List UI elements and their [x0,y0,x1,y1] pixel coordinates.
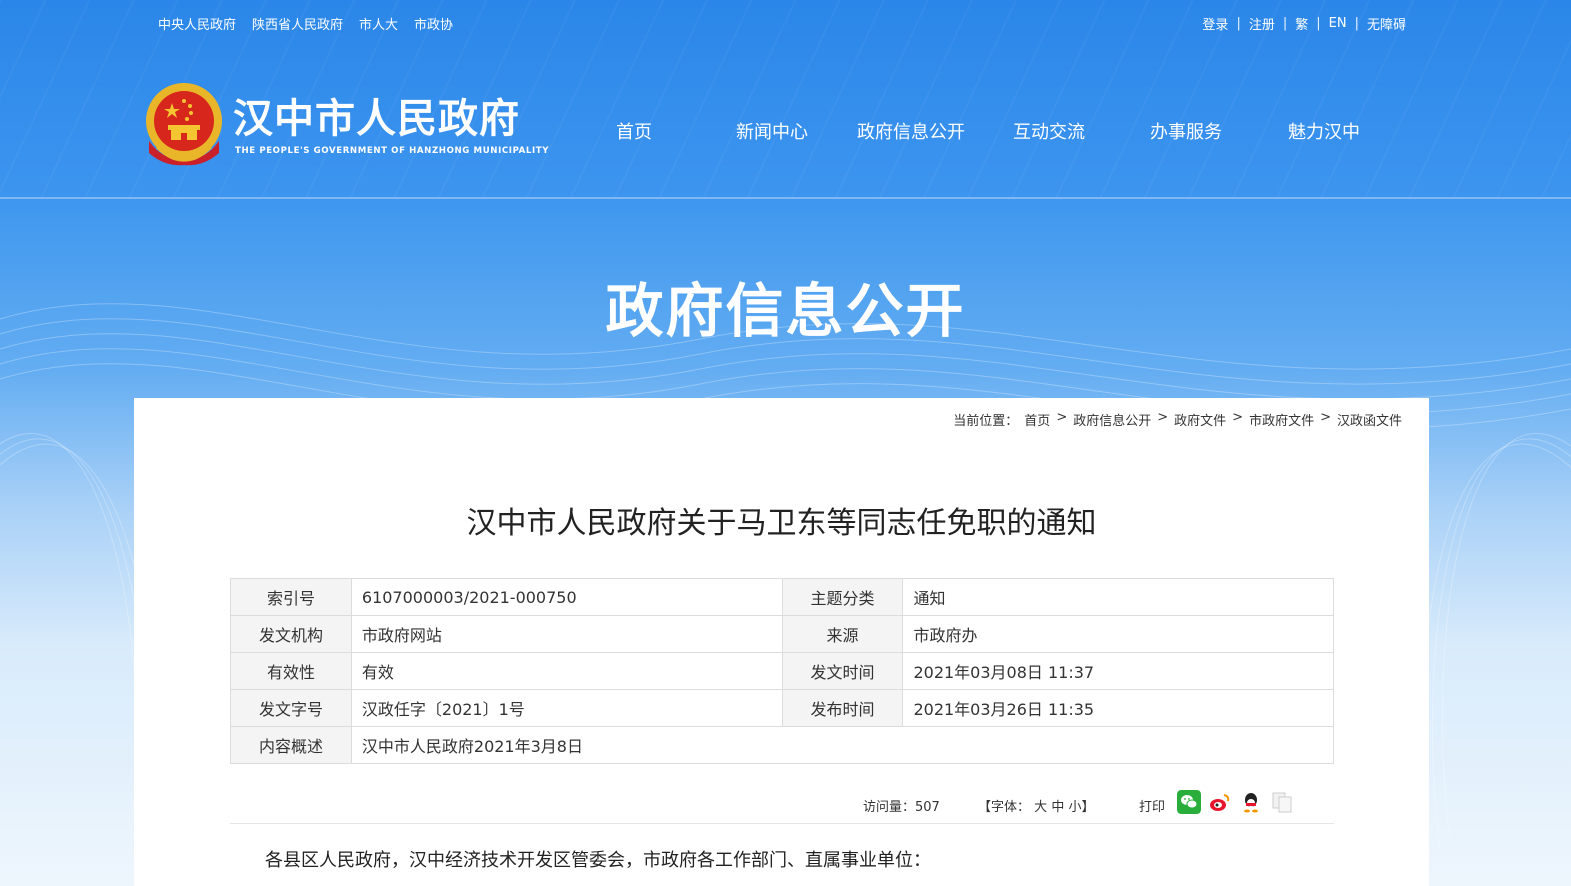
table-row: 发文字号 汉政任字〔2021〕1号 发布时间 2021年03月26日 11:35 [230,689,1334,727]
document-title: 汉中市人民政府关于马卫东等同志任免职的通知 [466,506,1097,541]
top-link-city-npc[interactable]: 市人大 [359,14,398,33]
index-value: 6107000003/2021-000750 [350,578,783,616]
summary-value: 汉中市人民政府2021年3月8日 [350,726,1335,764]
doc-number-label: 发文字号 [230,689,352,727]
breadcrumb-separator: > [1232,410,1244,425]
font-size-label: 【字体： [978,800,1031,815]
breadcrumb: 当前位置： 首页 > 政府信息公开 > 政府文件 > 市政府文件 > 汉政函文件 [953,410,1402,429]
national-emblem-icon[interactable] [143,81,225,167]
breadcrumb-hanzhenghan-docs[interactable]: 汉政函文件 [1337,410,1402,429]
weibo-icon[interactable] [1208,790,1232,814]
table-row: 索引号 6107000003/2021-000750 主题分类 通知 [230,578,1334,616]
breadcrumb-separator: > [1157,410,1169,425]
table-row: 内容概述 汉中市人民政府2021年3月8日 [230,726,1335,764]
nav-services[interactable]: 办事服务 [1150,118,1222,144]
traditional-chinese-link[interactable]: 繁 [1295,14,1308,33]
source-label: 来源 [781,615,904,653]
index-label: 索引号 [230,578,352,616]
issue-date-value: 2021年03月08日 11:37 [902,652,1334,690]
wechat-icon[interactable] [1177,790,1201,814]
copy-icon[interactable] [1270,790,1294,814]
breadcrumb-gov-docs[interactable]: 政府文件 [1174,410,1226,429]
site-logo-title[interactable]: 汉中市人民政府 [233,86,520,144]
breadcrumb-separator: > [1320,410,1331,425]
issuer-label: 发文机构 [230,615,352,653]
separator: | [1282,16,1288,31]
separator: | [1354,16,1359,31]
site-header: 中央人民政府 陕西省人民政府 市人大 市政协 登录 | 注册 | 繁 | EN … [0,0,1571,197]
table-row: 发文机构 市政府网站 来源 市政府办 [230,615,1334,653]
separator: | [1236,16,1241,31]
english-link[interactable]: EN [1329,16,1347,31]
site-logo-subtitle: THE PEOPLE'S GOVERNMENT OF HANZHONG MUNI… [235,146,550,156]
top-links: 中央人民政府 陕西省人民政府 市人大 市政协 [158,14,453,33]
document-metadata-table: 索引号 6107000003/2021-000750 主题分类 通知 发文机构 … [230,578,1335,764]
login-link[interactable]: 登录 [1202,14,1228,33]
font-size-large[interactable]: 大 [1034,800,1047,815]
validity-value: 有效 [350,652,783,690]
article-card: 当前位置： 首页 > 政府信息公开 > 政府文件 > 市政府文件 > 汉政函文件… [134,398,1429,886]
publish-date-label: 发布时间 [781,689,904,727]
source-value: 市政府办 [902,615,1334,653]
topic-value: 通知 [902,578,1334,616]
topic-label: 主题分类 [781,578,904,616]
register-link[interactable]: 注册 [1249,14,1275,33]
separator: | [1316,16,1321,31]
breadcrumb-separator: > [1056,410,1068,425]
nav-interaction[interactable]: 互动交流 [1013,118,1085,144]
accessibility-link[interactable]: 无障碍 [1367,14,1406,33]
account-links: 登录 | 注册 | 繁 | EN | 无障碍 [1202,14,1406,33]
font-size-bracket: 】 [1081,800,1095,815]
issuer-value: 市政府网站 [350,615,783,653]
table-row: 有效性 有效 发文时间 2021年03月08日 11:37 [230,652,1334,690]
banner-title: 政府信息公开 [605,277,966,345]
qq-icon[interactable] [1239,790,1263,814]
toolbar-divider [230,823,1334,824]
issue-date-label: 发文时间 [781,652,904,690]
font-size-medium[interactable]: 中 [1051,800,1064,815]
breadcrumb-city-docs[interactable]: 市政府文件 [1249,410,1314,429]
visit-count-label: 访问量： [863,800,916,815]
visit-count-value: 507 [915,800,940,815]
top-link-central-gov[interactable]: 中央人民政府 [158,14,236,33]
validity-label: 有效性 [230,652,352,690]
visit-count: 访问量：507 [863,796,940,815]
publish-date-value: 2021年03月26日 11:35 [902,689,1334,727]
nav-gov-info[interactable]: 政府信息公开 [857,118,965,144]
top-link-city-cppcc[interactable]: 市政协 [414,14,453,33]
article-body-first-line: 各县区人民政府，汉中经济技术开发区管委会，市政府各工作部门、直属事业单位： [265,850,931,871]
font-size-small[interactable]: 小 [1068,800,1081,815]
doc-number-value: 汉政任字〔2021〕1号 [350,689,783,727]
nav-news[interactable]: 新闻中心 [736,118,808,144]
top-link-shaanxi-gov[interactable]: 陕西省人民政府 [252,14,343,33]
font-size-control: 【字体： 大 中 小】 [978,796,1095,815]
article-toolbar: 访问量：507 【字体： 大 中 小】 打印 [134,790,1429,824]
summary-label: 内容概述 [230,726,352,764]
nav-charm-hanzhong[interactable]: 魅力汉中 [1288,118,1360,144]
nav-home[interactable]: 首页 [616,118,652,144]
breadcrumb-label: 当前位置： [953,414,1019,429]
breadcrumb-home[interactable]: 首页 [1024,410,1050,429]
print-button[interactable]: 打印 [1139,796,1165,815]
breadcrumb-gov-info[interactable]: 政府信息公开 [1073,410,1151,429]
